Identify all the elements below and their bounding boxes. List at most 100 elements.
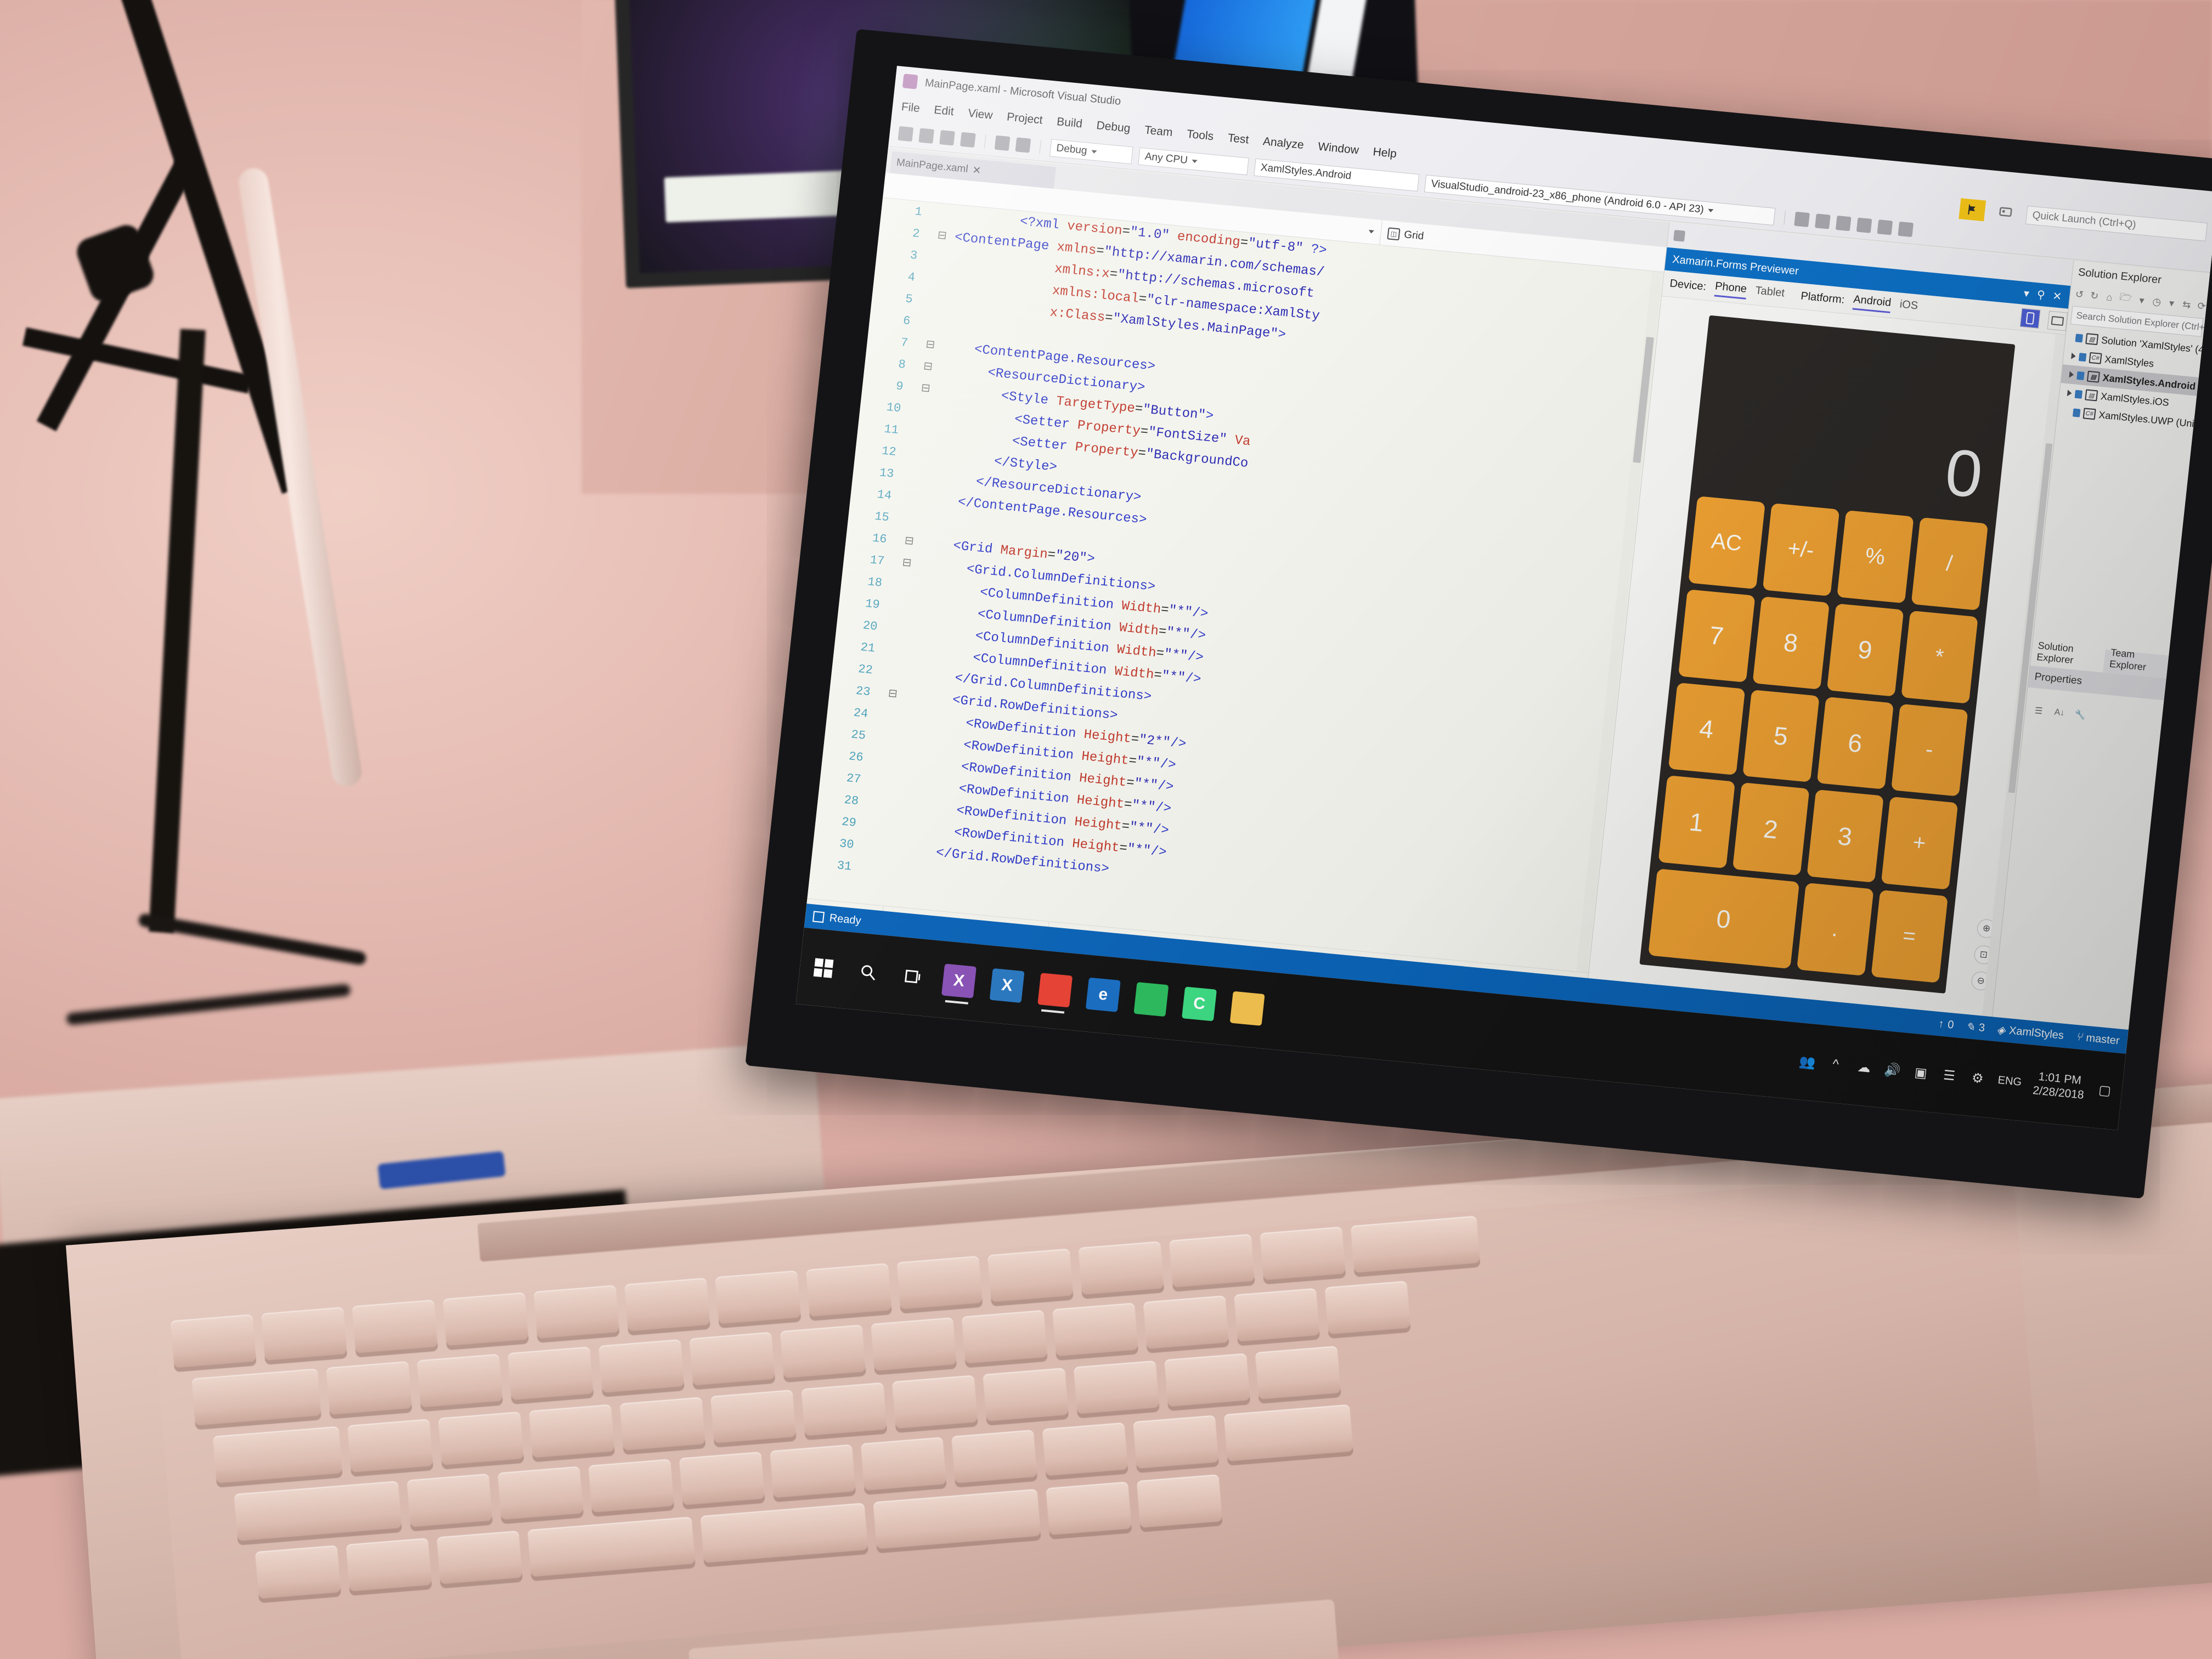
calculator-key-1[interactable]: 1 [1657,775,1735,869]
calculator-key-plusdivideminus[interactable]: +/- [1762,503,1839,596]
calculator-key-equals[interactable]: = [1870,890,1948,983]
pending-changes-icon[interactable]: ◷ [2152,295,2163,308]
alphabetical-icon[interactable]: A↓ [2052,706,2067,720]
menu-item-test[interactable]: Test [1227,132,1250,147]
menu-item-help[interactable]: Help [1372,145,1397,161]
home-icon[interactable]: ⌂ [2104,291,2115,304]
outlining-glyph[interactable]: ⊟ [928,224,956,249]
menu-item-team[interactable]: Team [1144,123,1173,139]
outlining-glyph[interactable] [885,650,910,652]
menu-item-view[interactable]: View [967,107,993,122]
menu-item-file[interactable]: File [901,100,921,115]
outlining-glyph[interactable] [876,737,901,740]
platform-dropdown[interactable]: Any CPU [1138,147,1249,176]
outlining-glyph[interactable] [909,432,934,434]
outlining-glyph[interactable] [878,715,903,718]
save-icon[interactable] [939,129,955,145]
outlining-glyph[interactable] [864,847,889,849]
calculator-key-divide[interactable]: / [1911,517,1988,611]
onedrive-icon[interactable]: ☁ [1855,1058,1873,1076]
undo-icon[interactable] [994,135,1011,151]
outlining-glyph[interactable] [927,257,952,259]
redo-icon[interactable] [1015,137,1031,153]
outlining-glyph[interactable] [925,279,950,281]
file-explorer-icon[interactable] [1229,991,1265,1026]
chevron-up-icon[interactable]: ^ [1826,1056,1844,1074]
outlining-glyph[interactable] [883,672,908,674]
task-view-icon[interactable] [897,961,930,993]
outlining-glyph[interactable]: ⊟ [917,334,944,358]
calculator-key-plus[interactable]: + [1881,797,1958,890]
outlining-glyph[interactable] [904,475,929,477]
device-option-tablet[interactable]: Tablet [1754,285,1785,302]
pin-icon[interactable]: ⚲ [2036,287,2046,302]
google-chrome-icon[interactable] [1037,973,1073,1014]
wifi-icon[interactable]: ☰ [1940,1066,1959,1085]
categorized-icon[interactable]: ☰ [2032,704,2046,718]
microsoft-edge-icon[interactable]: e [1085,977,1121,1012]
close-icon[interactable]: ✕ [2052,289,2062,303]
visual-studio-2017-icon[interactable]: X [941,963,977,1005]
language-indicator[interactable]: ENG [1997,1074,2023,1088]
portrait-icon[interactable] [2019,308,2041,329]
calculator-key-0[interactable]: 0 [1647,868,1799,969]
clock[interactable]: 1:01 PM 2/28/2018 [2032,1069,2086,1103]
calculator-key-9[interactable]: 9 [1826,603,1904,697]
close-icon[interactable]: ✕ [972,163,981,177]
feedback-icon[interactable] [1997,204,2015,222]
search-icon[interactable] [1794,211,1810,227]
menu-item-debug[interactable]: Debug [1096,119,1131,136]
outlining-glyph[interactable] [889,606,915,608]
repository-status[interactable]: ◈ XamlStyles [1996,1023,2065,1042]
calculator-key-decimal[interactable]: . [1796,883,1874,976]
adb-shell-icon[interactable] [1856,217,1872,233]
branch-status[interactable]: ⑂ master [2075,1031,2120,1047]
open-file-icon[interactable] [918,128,935,144]
calculator-key-4[interactable]: 4 [1668,682,1745,776]
outlining-glyph[interactable] [866,825,891,827]
visual-studio-code-icon[interactable]: X [989,968,1025,1003]
publish-status[interactable]: ↑ 0 [1938,1018,1954,1032]
platform-option-android[interactable]: Android [1852,293,1892,313]
outlining-glyph[interactable]: ⊟ [895,530,923,554]
live-player-icon[interactable] [1877,219,1893,235]
outlining-glyph[interactable]: ⊟ [914,356,941,380]
device-manager-icon[interactable] [1815,213,1831,229]
property-pages-icon[interactable]: 🔧 [2073,708,2087,722]
chevron-down-icon[interactable]: ▾ [2023,286,2030,301]
preview-icon[interactable] [1898,221,1914,237]
notifications-icon[interactable]: ▢ [2096,1081,2114,1099]
chevron-down-icon[interactable]: ▾ [2136,294,2147,307]
calculator-key-3[interactable]: 3 [1806,789,1884,883]
menu-item-build[interactable]: Build [1056,115,1083,131]
expand-triangle-icon[interactable] [2071,352,2076,360]
configuration-dropdown[interactable]: Debug [1049,138,1133,164]
calculator-key-AC[interactable]: AC [1688,496,1765,589]
people-icon[interactable]: 👥 [1798,1053,1816,1071]
landscape-icon[interactable] [2047,310,2068,331]
calculator-key-8[interactable]: 8 [1752,596,1830,690]
expand-triangle-icon[interactable] [2067,390,2073,397]
outlining-glyph[interactable] [887,628,912,630]
outlining-glyph[interactable]: ⊟ [893,552,921,576]
refresh-icon[interactable]: ⟳ [2196,300,2207,313]
outlining-glyph[interactable] [871,781,896,783]
calculator-key-7[interactable]: 7 [1678,589,1756,682]
outlining-glyph[interactable] [906,454,931,456]
menu-item-window[interactable]: Window [1317,140,1359,157]
evernote-icon[interactable] [1133,981,1169,1017]
pending-changes-status[interactable]: ✎ 3 [1965,1019,1985,1035]
outlining-glyph[interactable] [873,759,898,761]
outlining-glyph[interactable] [922,301,947,303]
calculator-key-5[interactable]: 5 [1742,689,1820,783]
expand-triangle-icon[interactable] [2069,371,2074,379]
menu-item-analyze[interactable]: Analyze [1262,135,1305,152]
new-project-icon[interactable] [898,126,914,142]
show-all-files-icon[interactable]: 🗁 [2119,291,2132,306]
back-icon[interactable]: ↺ [2074,288,2085,301]
outlining-glyph[interactable]: ⊟ [879,682,906,707]
outlining-glyph[interactable] [920,323,945,325]
display-icon[interactable]: ▣ [1912,1064,1930,1082]
outlining-glyph[interactable] [901,497,927,499]
volume-icon[interactable]: 🔊 [1883,1061,1901,1079]
